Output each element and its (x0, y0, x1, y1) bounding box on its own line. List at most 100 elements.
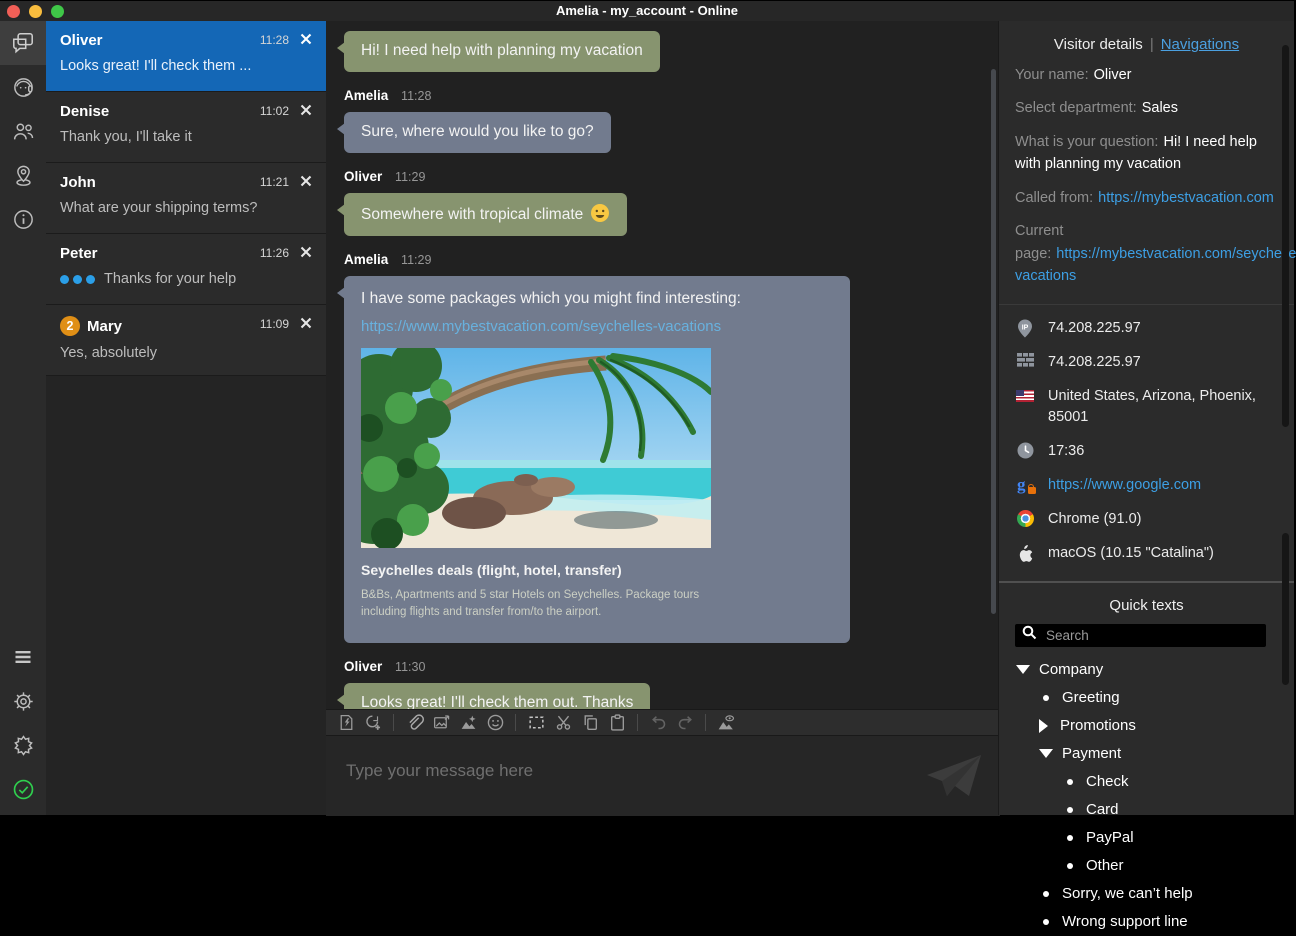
message-input[interactable] (344, 760, 908, 782)
quick-text-icon[interactable] (334, 712, 358, 734)
bullet-icon (1067, 779, 1073, 785)
link-card-title: Seychelles deals (flight, hotel, transfe… (361, 561, 833, 580)
sidebar-item-menu[interactable] (0, 635, 46, 679)
us-flag-icon (1015, 387, 1035, 402)
attach-icon[interactable] (402, 712, 426, 734)
panel-scrollbar-top[interactable] (1282, 45, 1289, 427)
paste-icon[interactable] (605, 712, 629, 734)
send-icon[interactable] (922, 750, 986, 802)
select-icon[interactable] (524, 712, 548, 734)
chat-list-item-denise[interactable]: Denise 11:02 Thank you, I'll take it (46, 92, 326, 163)
panel-divider (999, 581, 1294, 583)
unread-badge: 2 (60, 316, 80, 336)
chat-preview: Thanks for your help (60, 271, 312, 287)
close-chat-icon[interactable] (299, 316, 313, 330)
preview-icon[interactable] (714, 712, 738, 734)
settings-icon (11, 689, 36, 714)
sidebar-item-visitors[interactable] (0, 109, 46, 153)
close-chat-icon[interactable] (299, 174, 313, 188)
undo-icon[interactable] (646, 712, 670, 734)
search-icon (1022, 625, 1037, 645)
invite-agent-icon[interactable] (361, 712, 385, 734)
support-agent-icon (11, 75, 36, 100)
sidebar-item-settings[interactable] (0, 679, 46, 723)
online-status-icon (11, 777, 36, 802)
field-called-from: Called from:https://mybestvacation.com (1015, 187, 1278, 209)
sidebar-item-support[interactable] (0, 65, 46, 109)
close-window-button[interactable] (7, 5, 20, 18)
chat-list-item-john[interactable]: John 11:21 What are your shipping terms? (46, 163, 326, 234)
current-page-link[interactable]: https://mybestvacation.com/seychelles-va… (1015, 246, 1296, 284)
tree-item-promotions[interactable]: Promotions (999, 712, 1294, 740)
called-from-link[interactable]: https://mybestvacation.com (1098, 190, 1274, 206)
message-bubble: Sure, where would you like to go? (344, 112, 611, 153)
chat-time: 11:02 (260, 104, 289, 118)
screenshot-icon[interactable] (456, 712, 480, 734)
copy-icon[interactable] (578, 712, 602, 734)
chat-preview: Yes, absolutely (60, 345, 312, 361)
field-your-name: Your name:Oliver (1015, 64, 1278, 86)
redo-icon[interactable] (673, 712, 697, 734)
menu-icon (11, 645, 35, 669)
info-row-os: macOS (10.15 "Catalina") (1015, 543, 1278, 564)
zoom-window-button[interactable] (51, 5, 64, 18)
bullet-icon (1043, 891, 1049, 897)
tree-item-wrong-support-line[interactable]: Wrong support line (999, 908, 1294, 936)
panel-scrollbar-bottom[interactable] (1282, 533, 1289, 685)
chat-preview: Thank you, I'll take it (60, 129, 312, 145)
tree-item-card[interactable]: Card (999, 796, 1294, 824)
tree-item-payment[interactable]: Payment (999, 740, 1294, 768)
chat-list-item-peter[interactable]: Peter 11:26 Thanks for your help (46, 234, 326, 305)
sidebar-item-chats[interactable] (0, 21, 46, 65)
chat-time: 11:26 (260, 246, 289, 260)
chat-list-item-oliver[interactable]: Oliver 11:28 Looks great! I'll check the… (46, 21, 326, 92)
message-time: 11:28 (401, 89, 431, 103)
close-chat-icon[interactable] (299, 103, 313, 117)
message-bubble: I have some packages which you might fin… (344, 276, 850, 644)
visitor-details-tab: Visitor details (1054, 36, 1143, 53)
search-input[interactable] (1044, 627, 1259, 644)
minimize-window-button[interactable] (29, 5, 42, 18)
message-time: 11:30 (395, 660, 425, 674)
message-time: 11:29 (395, 170, 425, 184)
navigations-link[interactable]: Navigations (1161, 36, 1239, 53)
chat-time: 11:21 (260, 175, 289, 189)
cut-icon[interactable] (551, 712, 575, 734)
conversation-scrollbar[interactable] (991, 69, 996, 614)
close-chat-icon[interactable] (299, 245, 313, 259)
emoji-icon[interactable] (483, 712, 507, 734)
tree-item-other[interactable]: Other (999, 852, 1294, 880)
quick-texts-search[interactable] (1015, 624, 1266, 647)
left-sidebar (0, 21, 46, 815)
message-author: Amelia (344, 88, 388, 103)
info-icon (11, 207, 36, 232)
tree-item-check[interactable]: Check (999, 768, 1294, 796)
toolbar-separator (515, 714, 516, 731)
chat-list-item-mary[interactable]: 2 Mary 11:09 Yes, absolutely (46, 305, 326, 376)
message-bubble: Hi! I need help with planning my vacatio… (344, 31, 660, 72)
upload-image-icon[interactable] (429, 712, 453, 734)
message-text: I have some packages which you might fin… (361, 289, 833, 310)
vacation-link[interactable]: https://www.mybestvacation.com/seychelle… (361, 317, 833, 337)
sidebar-item-info[interactable] (0, 197, 46, 241)
tree-item-greeting[interactable]: Greeting (999, 684, 1294, 712)
tree-item-paypal[interactable]: PayPal (999, 824, 1294, 852)
ip-icon: IP (1015, 319, 1035, 338)
clock-icon (1015, 442, 1035, 459)
close-chat-icon[interactable] (299, 32, 313, 46)
message-meta: Oliver 11:29 (344, 169, 1000, 184)
expanded-icon (1016, 665, 1030, 674)
sidebar-item-theme[interactable] (0, 723, 46, 767)
proxy-icon (1015, 353, 1035, 367)
sidebar-item-status[interactable] (0, 767, 46, 811)
chat-time: 11:28 (260, 33, 289, 47)
tree-item-company[interactable]: Company (999, 656, 1294, 684)
sidebar-item-map[interactable] (0, 153, 46, 197)
info-row-proxy: 74.208.225.97 (1015, 352, 1278, 373)
referrer-link[interactable]: https://www.google.com (1048, 475, 1201, 496)
chat-time: 11:09 (260, 317, 289, 331)
seychelles-beach-image[interactable] (361, 348, 711, 548)
chats-icon (10, 30, 36, 56)
toolbar-separator (393, 714, 394, 731)
tree-item-sorry[interactable]: Sorry, we can’t help (999, 880, 1294, 908)
